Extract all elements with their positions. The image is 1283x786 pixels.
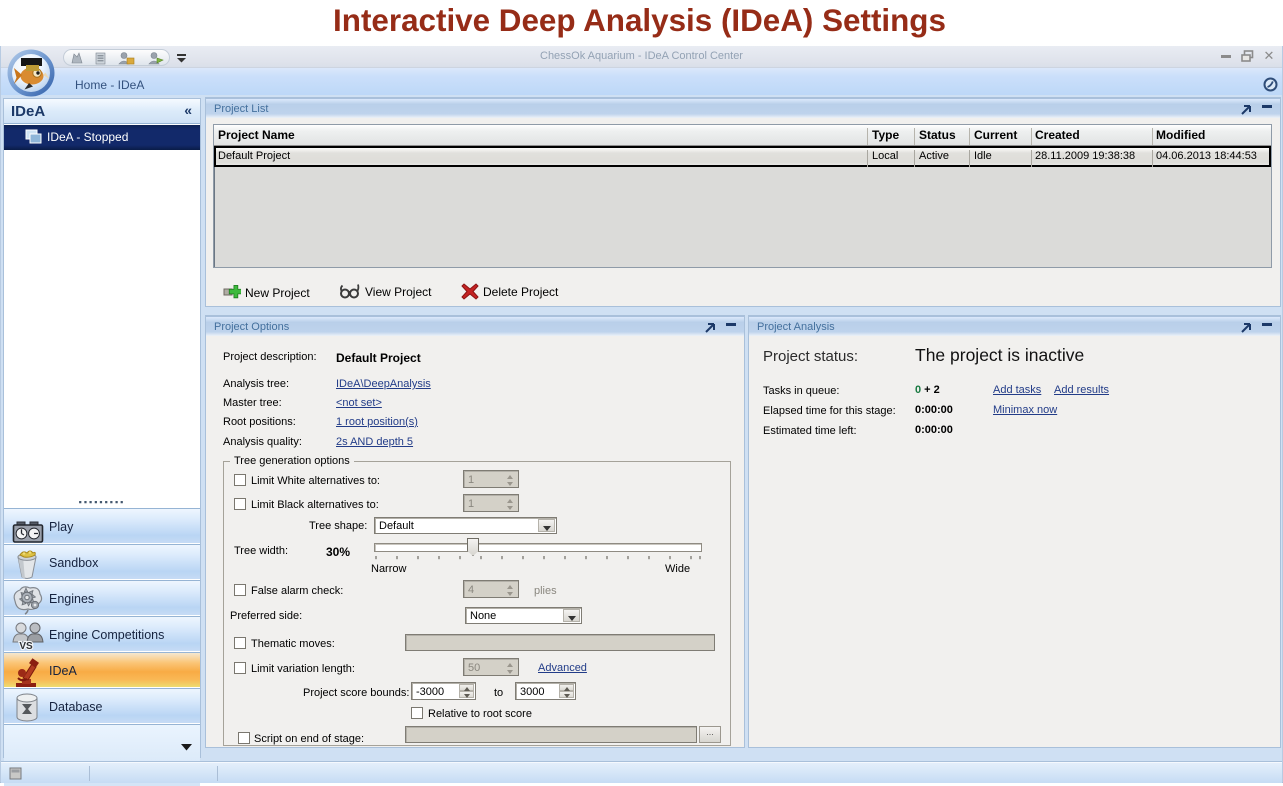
svg-text:VS: VS bbox=[19, 641, 33, 652]
